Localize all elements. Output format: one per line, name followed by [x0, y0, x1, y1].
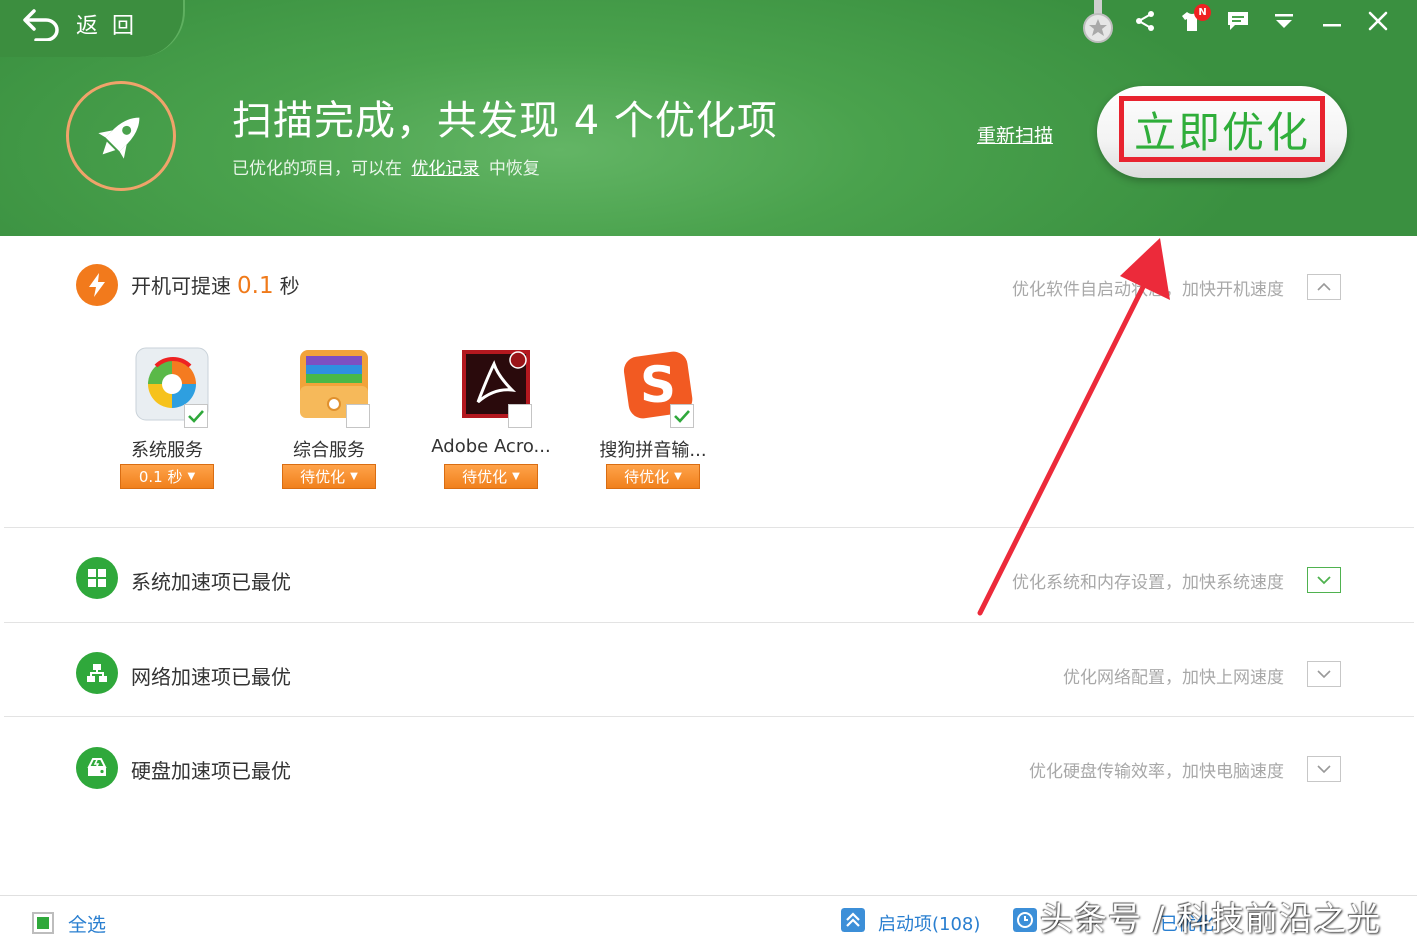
caret-down-icon: ▼ [674, 471, 682, 482]
app-checkbox[interactable] [508, 404, 532, 428]
select-all-checkbox[interactable] [32, 912, 54, 934]
boot-speed-prefix: 开机可提速 [131, 274, 231, 298]
scan-result-subtitle: 已优化的项目，可以在 优化记录 中恢复 [232, 154, 540, 179]
network-section-title: 网络加速项已最优 [131, 665, 291, 689]
system-section-title: 系统加速项已最优 [131, 570, 291, 594]
check-icon [188, 410, 204, 423]
startup-app-item: S 搜狗拼音输... 待优化 ▼ [588, 346, 718, 492]
boot-speed-unit: 秒 [279, 274, 300, 298]
subtitle-suffix: 中恢复 [488, 159, 540, 179]
notification-badge: N [1194, 4, 1211, 21]
section-divider [4, 716, 1414, 717]
startup-items-link[interactable]: 启动项(108) [878, 910, 980, 936]
windows-icon [76, 557, 118, 599]
app-checkbox[interactable] [184, 404, 208, 428]
minimize-icon[interactable] [1317, 6, 1347, 36]
startup-app-item: 综合服务 待优化 ▼ [264, 346, 394, 492]
caret-down-icon: ▼ [187, 471, 196, 482]
network-section-description: 优化网络配置，加快上网速度 [1063, 668, 1284, 688]
app-status-dropdown[interactable]: 待优化 ▼ [282, 464, 376, 489]
app-status-label: 待优化 [624, 468, 670, 486]
optimize-now-button[interactable]: 立即优化 [1097, 86, 1347, 178]
boot-speed-value: 0.1 [237, 273, 274, 299]
app-status-dropdown[interactable]: 0.1 秒 ▼ [120, 464, 214, 489]
boot-speed-description: 优化软件自启动状态，加快开机速度 [1012, 280, 1284, 300]
optimize-now-label: 立即优化 [1133, 107, 1310, 157]
rocket-icon [98, 117, 140, 159]
boot-speed-title: 开机可提速 0.1 秒 [131, 270, 300, 299]
section-divider [4, 527, 1414, 528]
scan-result-title: 扫描完成，共发现 4 个优化项 [232, 98, 778, 144]
startup-app-item: 系统服务 0.1 秒 ▼ [102, 346, 232, 492]
chevron-down-icon [1317, 670, 1331, 679]
app-name: 综合服务 [293, 440, 365, 461]
chevron-down-icon [1317, 576, 1331, 585]
boot-speed-icon [76, 264, 118, 306]
window-controls: N [1080, 0, 1417, 44]
rescan-link[interactable]: 重新扫描 [977, 121, 1053, 148]
system-expand-toggle[interactable] [1307, 567, 1341, 593]
harddisk-expand-toggle[interactable] [1307, 756, 1341, 782]
optimize-highlight-box: 立即优化 [1119, 96, 1325, 162]
back-arrow-icon [23, 8, 59, 41]
harddisk-icon [76, 747, 118, 789]
message-icon[interactable] [1223, 6, 1253, 36]
clock-icon [1013, 908, 1037, 932]
medal-icon[interactable] [1080, 0, 1116, 44]
network-icon [76, 652, 118, 694]
subtitle-prefix: 已优化的项目，可以在 [232, 159, 402, 179]
app-checkbox[interactable] [346, 404, 370, 428]
startup-items-icon [841, 908, 865, 932]
back-label: 返回 [76, 13, 149, 39]
system-section-description: 优化系统和内存设置，加快系统速度 [1012, 573, 1284, 593]
chevron-down-icon [1317, 765, 1331, 774]
app-status-dropdown[interactable]: 待优化 ▼ [444, 464, 538, 489]
skin-shirt-icon[interactable]: N [1177, 4, 1211, 36]
select-all-label[interactable]: 全选 [68, 910, 106, 937]
app-name: 系统服务 [131, 440, 203, 461]
section-divider [4, 622, 1414, 623]
chevron-up-icon [1317, 282, 1331, 291]
boot-collapse-toggle[interactable] [1307, 274, 1341, 300]
app-status-label: 0.1 秒 [138, 468, 183, 486]
rocket-badge [66, 81, 176, 191]
app-status-label: 待优化 [462, 468, 508, 486]
app-name: 搜狗拼音输... [599, 440, 707, 461]
caret-down-icon: ▼ [512, 471, 520, 482]
harddisk-section-title: 硬盘加速项已最优 [131, 759, 291, 783]
watermark-text: 头条号 / 科技前沿之光 [1040, 899, 1382, 938]
dropdown-menu-icon[interactable] [1269, 6, 1299, 36]
app-checkbox[interactable] [670, 404, 694, 428]
app-status-dropdown[interactable]: 待优化 ▼ [606, 464, 700, 489]
back-button[interactable]: 返回 [0, 0, 185, 57]
share-icon[interactable] [1130, 6, 1160, 36]
network-expand-toggle[interactable] [1307, 661, 1341, 687]
caret-down-icon: ▼ [350, 471, 358, 482]
startup-app-item: Adobe Acro... 待优化 ▼ [426, 346, 556, 492]
header-banner: 返回 N 扫描完成，共发现 4 个优化项 已优化的项目，可以在 优化记录 中恢复… [0, 0, 1417, 236]
close-icon[interactable] [1363, 6, 1393, 36]
harddisk-section-description: 优化硬盘传输效率，加快电脑速度 [1029, 762, 1284, 782]
optimize-record-link[interactable]: 优化记录 [411, 159, 479, 179]
check-icon [674, 410, 690, 423]
app-status-label: 待优化 [300, 468, 346, 486]
app-name: Adobe Acro... [431, 436, 551, 457]
